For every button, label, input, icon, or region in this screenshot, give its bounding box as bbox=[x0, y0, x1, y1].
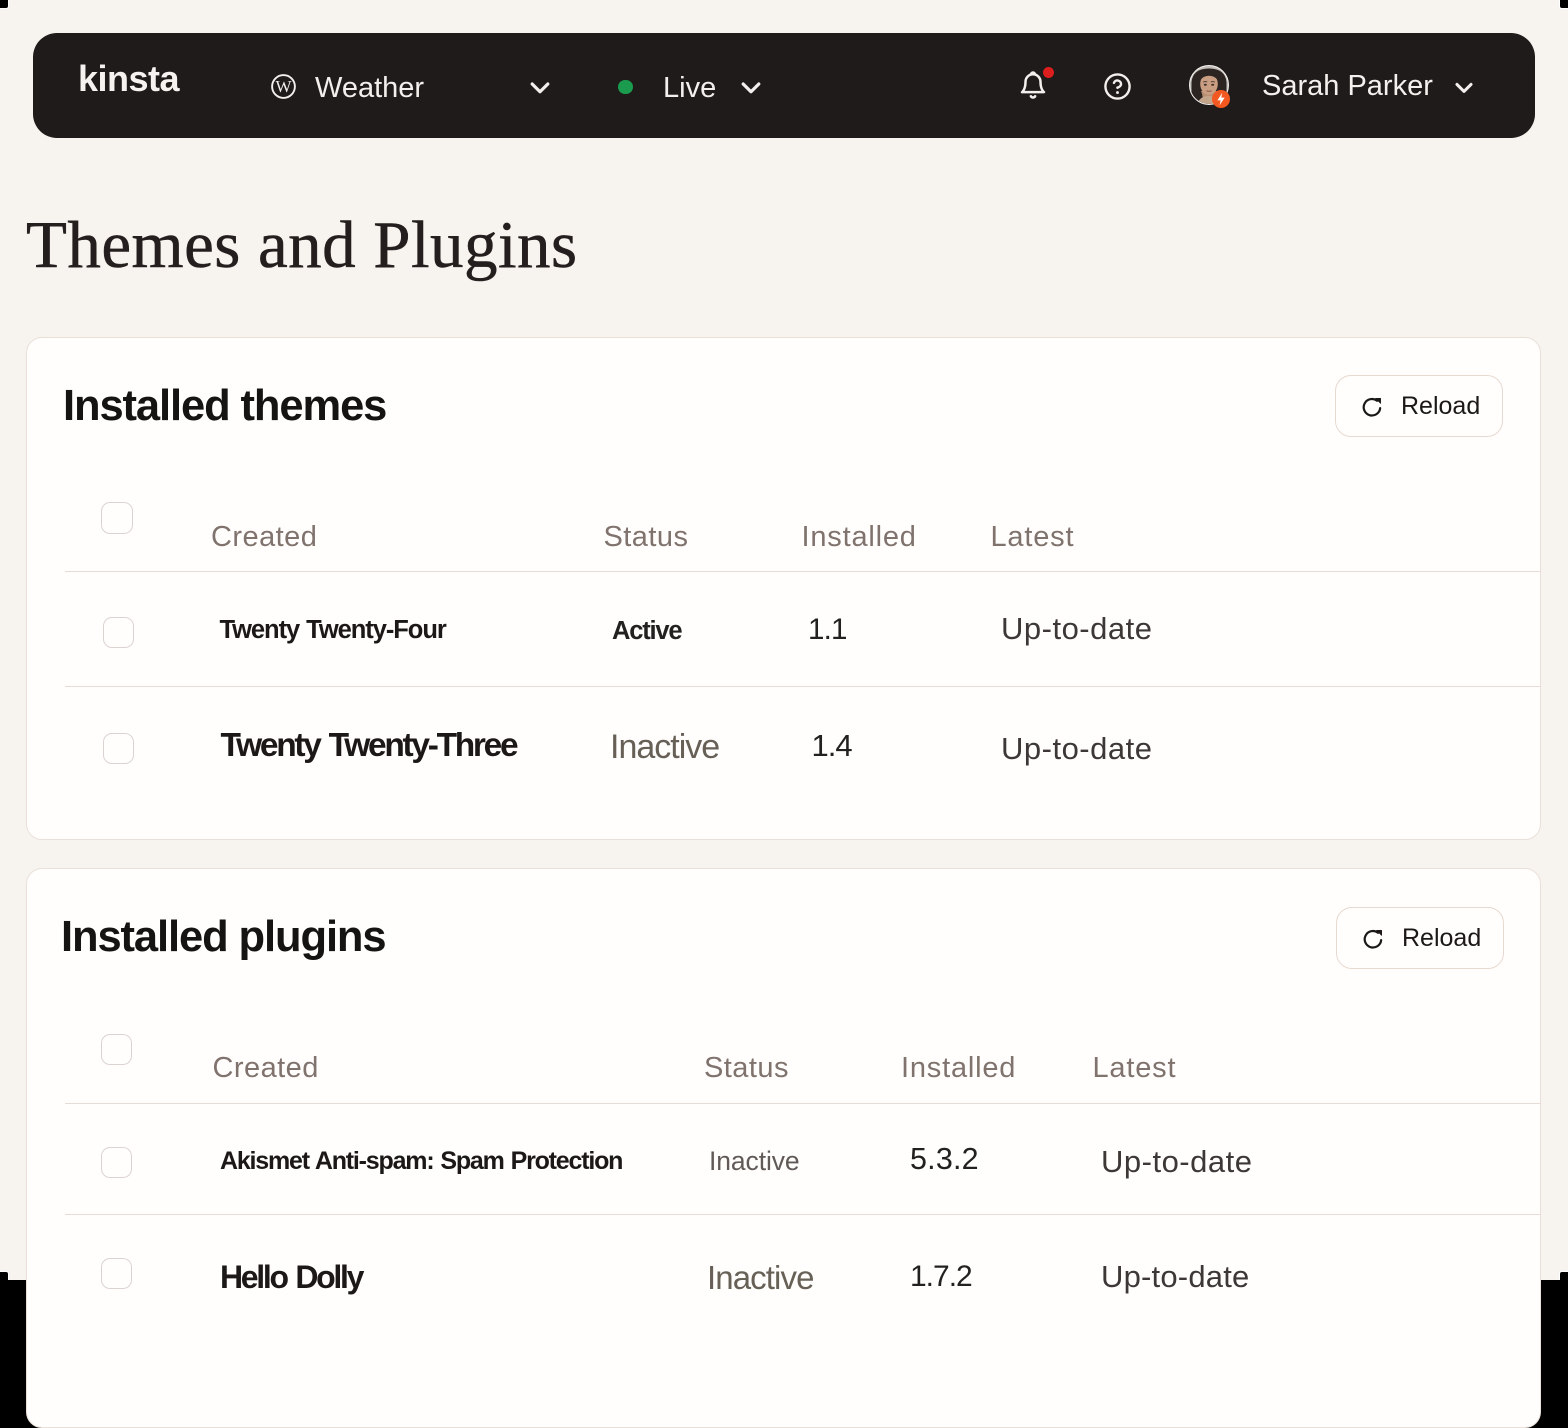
svg-text:W: W bbox=[275, 77, 292, 96]
